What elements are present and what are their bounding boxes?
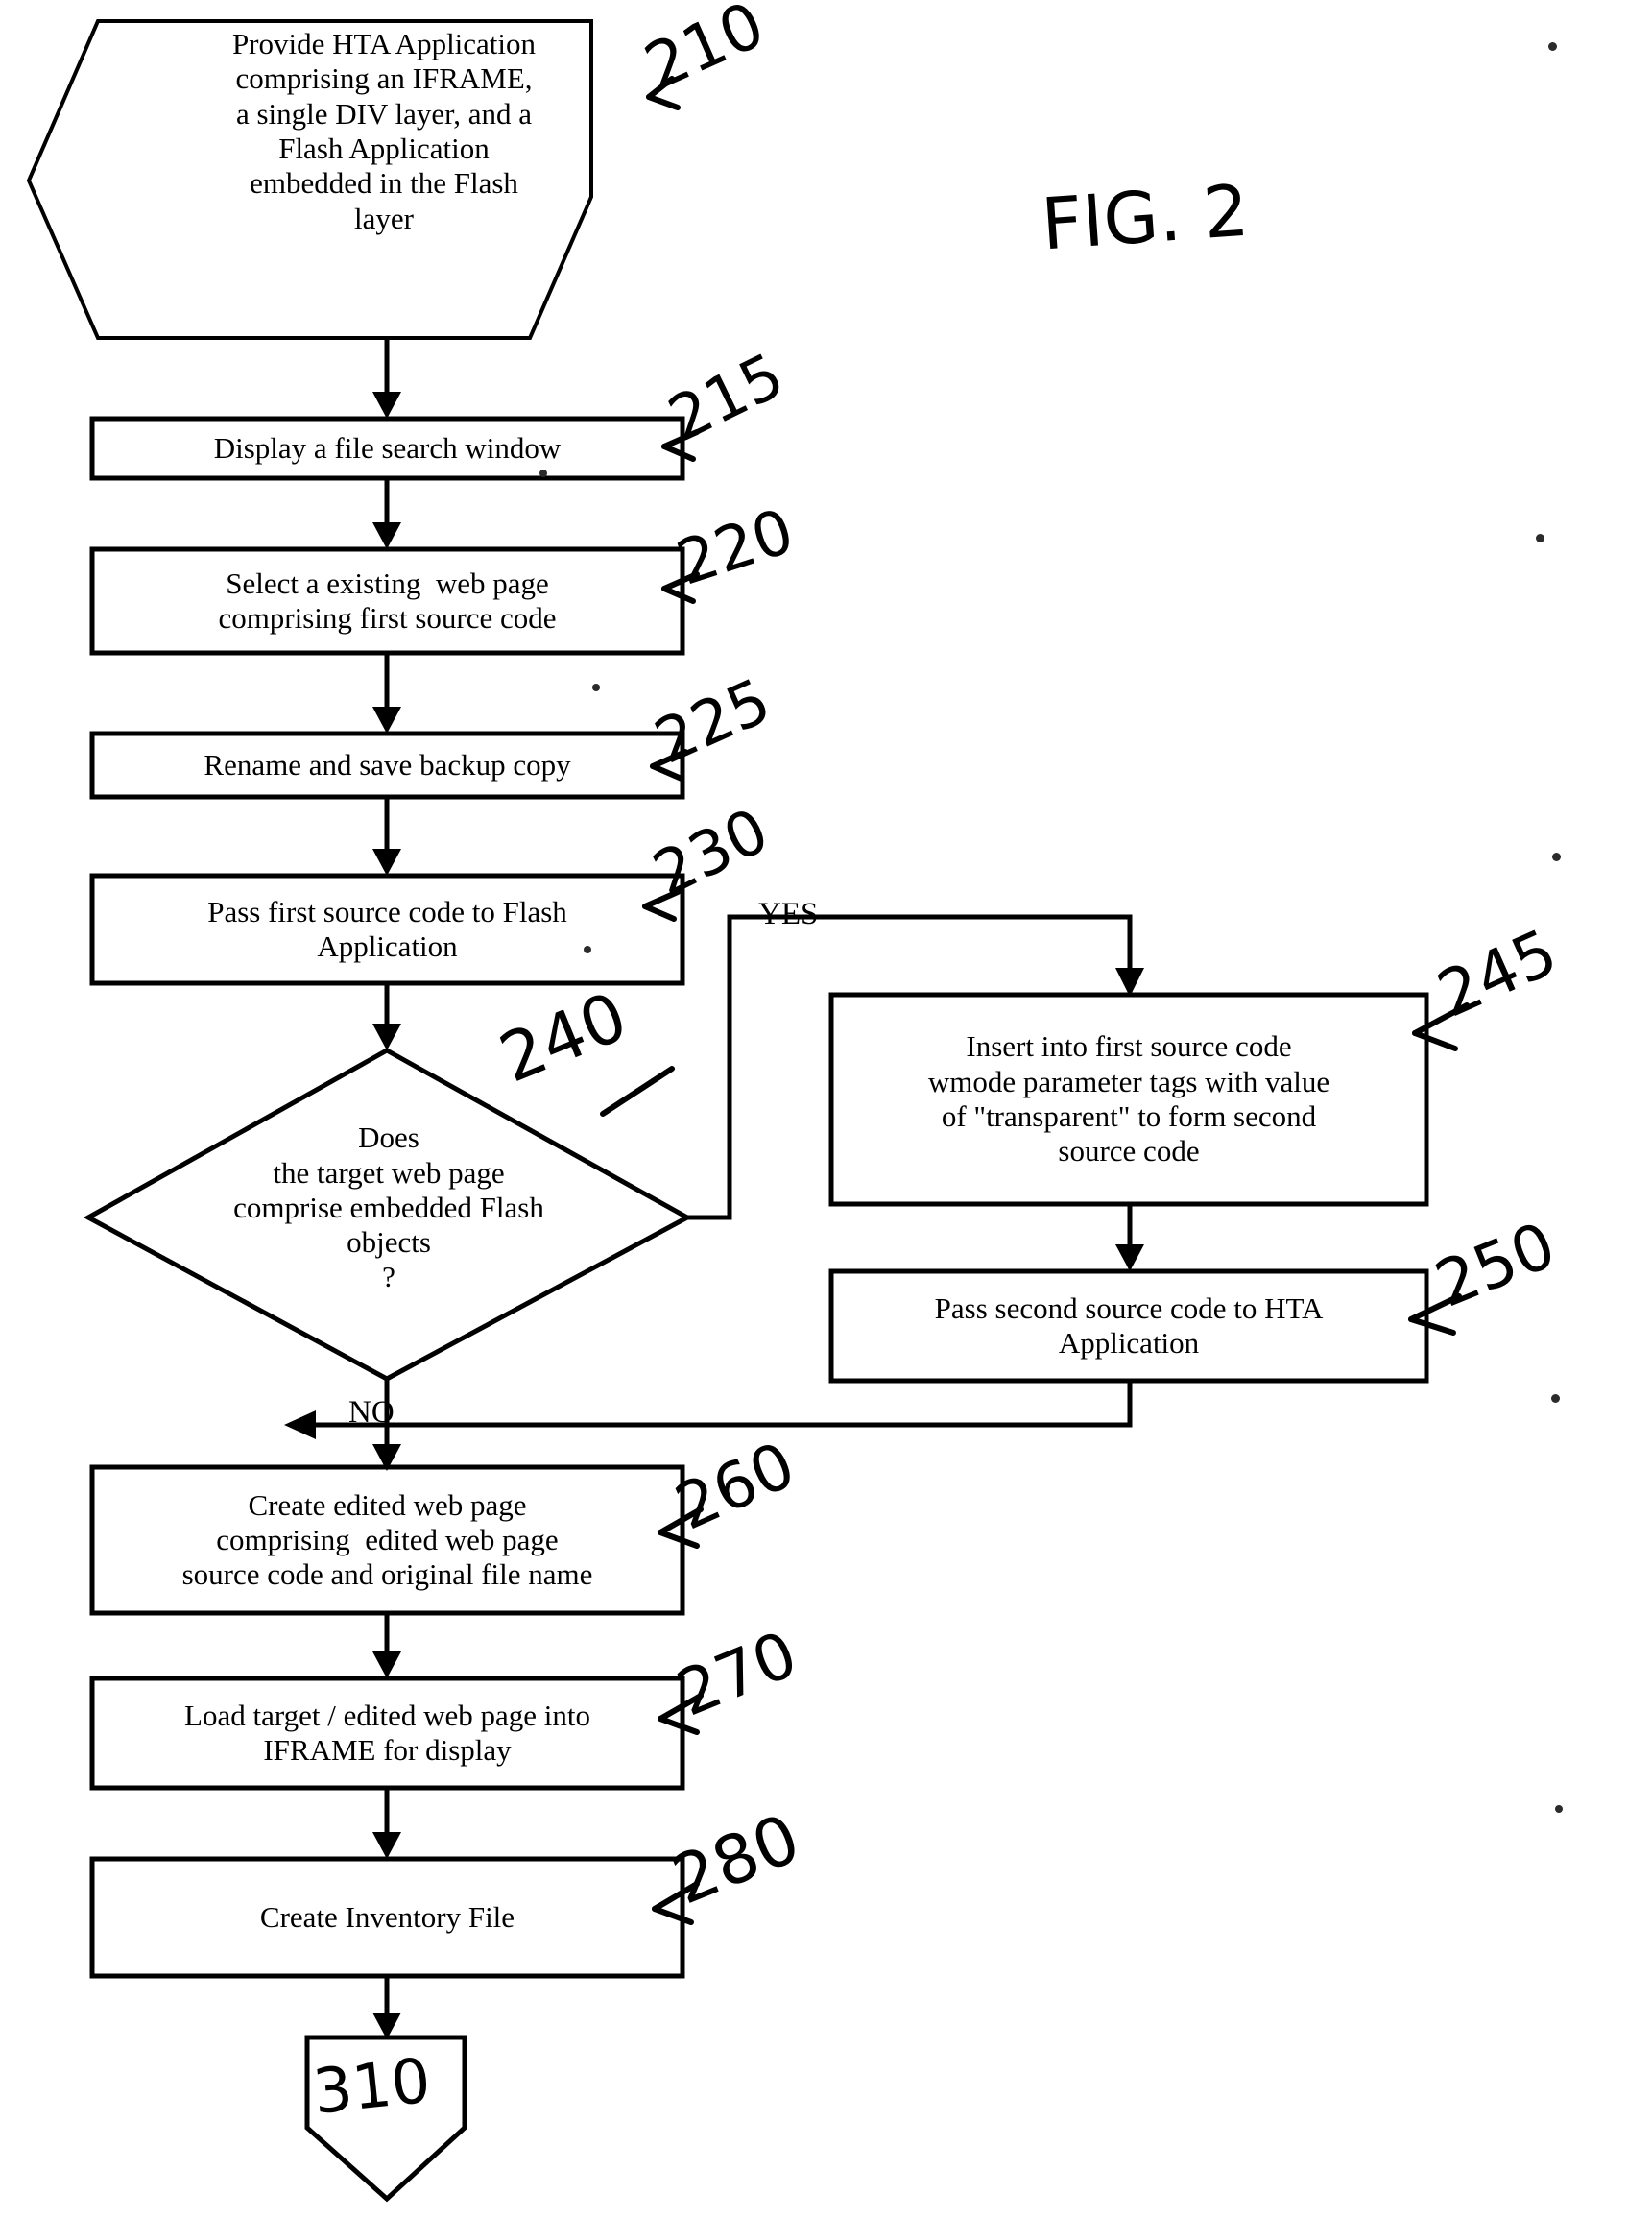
scan-speck <box>1548 42 1557 51</box>
scan-speck <box>1551 1394 1560 1403</box>
node-shape-230 <box>89 873 685 986</box>
connector-245-250 <box>1115 1204 1144 1271</box>
node-shape-260 <box>89 1464 685 1616</box>
node-shape-245 <box>828 992 1429 1207</box>
connector-250-return <box>284 1381 1133 1439</box>
connector-270-280 <box>372 1788 401 1859</box>
scan-speck <box>1536 534 1544 542</box>
node-shape-215 <box>89 416 685 481</box>
connector-210-215 <box>372 338 401 419</box>
flowchart-canvas <box>26 19 1470 2203</box>
connector-260-270 <box>372 1613 401 1678</box>
ref-numeral-310: 310 <box>309 2045 435 2129</box>
node-shape-225 <box>89 731 685 800</box>
scan-speck <box>539 470 547 477</box>
connector-215-220 <box>372 478 401 549</box>
connector-225-230 <box>372 797 401 876</box>
node-shape-210 <box>26 19 593 340</box>
figure-title: FIG. 2 <box>1039 169 1252 267</box>
node-shape-250 <box>828 1268 1429 1384</box>
scan-speck <box>584 946 591 953</box>
branch-label-yes: YES <box>758 897 819 931</box>
scan-speck <box>1555 1805 1563 1813</box>
node-shape-220 <box>89 546 685 656</box>
branch-label-no: NO <box>348 1395 395 1430</box>
node-shape-280 <box>89 1856 685 1979</box>
connector-280-310 <box>372 1976 401 2039</box>
connector-230-240 <box>372 983 401 1050</box>
figure-page: Provide HTA Application comprising an IF… <box>0 0 1652 2218</box>
node-shape-270 <box>89 1676 685 1791</box>
scan-speck <box>592 684 600 691</box>
connector-240-245-yes <box>687 914 1144 1220</box>
scan-speck <box>1552 853 1561 861</box>
node-shape-240 <box>83 1048 693 1382</box>
connector-220-225 <box>372 653 401 734</box>
